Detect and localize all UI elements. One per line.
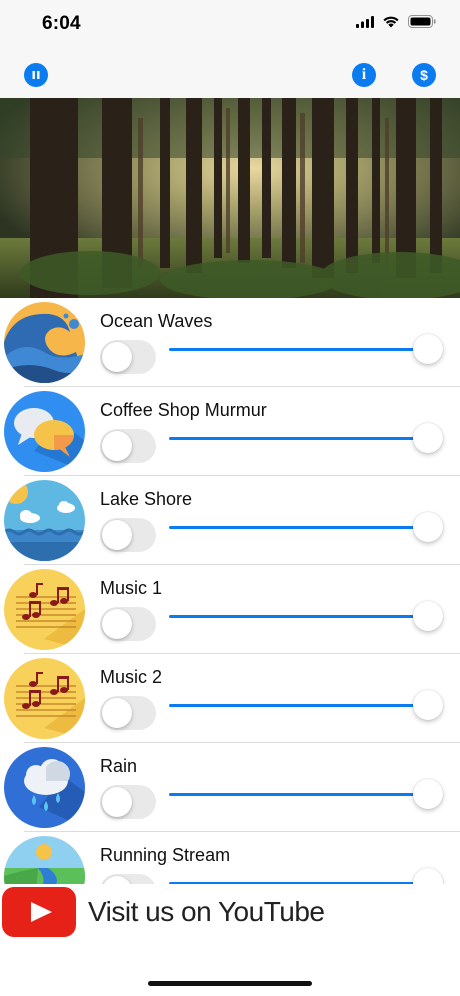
slider-thumb[interactable] bbox=[413, 690, 443, 720]
lake-shore-icon bbox=[4, 480, 85, 561]
sound-row-lake-shore: Lake Shore bbox=[0, 476, 460, 565]
sound-toggle[interactable] bbox=[100, 696, 156, 730]
toggle-knob bbox=[102, 520, 132, 550]
sound-name: Lake Shore bbox=[100, 489, 193, 509]
slider-track bbox=[169, 348, 430, 351]
volume-slider[interactable] bbox=[169, 779, 447, 809]
hero-forest-image bbox=[0, 98, 460, 298]
slider-thumb[interactable] bbox=[413, 512, 443, 542]
toggle-knob bbox=[102, 431, 132, 461]
wifi-icon bbox=[383, 16, 399, 28]
home-indicator bbox=[148, 981, 312, 986]
sound-row-running-stream: Running Stream bbox=[0, 832, 460, 884]
rain-cloud-icon bbox=[4, 747, 85, 828]
volume-slider[interactable] bbox=[169, 423, 447, 453]
volume-slider[interactable] bbox=[169, 868, 447, 884]
volume-slider[interactable] bbox=[169, 690, 447, 720]
slider-track bbox=[169, 704, 430, 707]
sound-row-ocean-waves: Ocean Waves bbox=[0, 298, 460, 387]
volume-slider[interactable] bbox=[169, 334, 447, 364]
slider-thumb[interactable] bbox=[413, 334, 443, 364]
sound-row-music-1: Music 1 bbox=[0, 565, 460, 654]
slider-thumb[interactable] bbox=[413, 423, 443, 453]
forest-sunlight-image bbox=[0, 98, 460, 298]
sound-toggle[interactable] bbox=[100, 429, 156, 463]
info-button[interactable]: i bbox=[352, 63, 376, 87]
ocean-waves-icon bbox=[4, 302, 85, 383]
info-icon: i bbox=[361, 66, 367, 83]
status-icons bbox=[356, 15, 436, 28]
volume-slider[interactable] bbox=[169, 512, 447, 542]
sound-name: Music 1 bbox=[100, 578, 163, 598]
sound-toggle[interactable] bbox=[100, 340, 156, 374]
youtube-banner[interactable]: Visit us on YouTube bbox=[0, 884, 460, 940]
nav-bar: i $ bbox=[0, 50, 460, 98]
cellular-signal-icon bbox=[356, 15, 374, 28]
toggle-knob bbox=[102, 698, 132, 728]
toggle-knob bbox=[102, 876, 132, 884]
chat-bubbles-icon bbox=[4, 391, 85, 472]
music-notes-icon bbox=[4, 658, 85, 739]
dollar-icon: $ bbox=[420, 67, 428, 83]
toggle-knob bbox=[102, 787, 132, 817]
slider-track bbox=[169, 793, 430, 796]
battery-icon bbox=[408, 15, 436, 28]
sound-list: Ocean Waves Coffee Shop Murmur Lake Shor… bbox=[0, 298, 460, 884]
running-stream-icon bbox=[4, 836, 85, 884]
toggle-knob bbox=[102, 342, 132, 372]
sound-row-rain: Rain bbox=[0, 743, 460, 832]
slider-track bbox=[169, 615, 430, 618]
sound-name: Running Stream bbox=[100, 845, 231, 865]
youtube-icon bbox=[2, 887, 76, 937]
purchase-button[interactable]: $ bbox=[412, 63, 436, 87]
music-notes-icon bbox=[4, 569, 85, 650]
pause-button[interactable] bbox=[24, 63, 48, 87]
slider-track bbox=[169, 437, 430, 440]
status-bar: 6:04 bbox=[0, 0, 460, 50]
sound-row-music-2: Music 2 bbox=[0, 654, 460, 743]
youtube-banner-text: Visit us on YouTube bbox=[88, 896, 325, 927]
sound-toggle[interactable] bbox=[100, 785, 156, 819]
status-time: 6:04 bbox=[42, 13, 81, 34]
sound-name: Ocean Waves bbox=[100, 311, 213, 331]
sound-name: Rain bbox=[100, 756, 138, 776]
slider-track bbox=[169, 526, 430, 529]
sound-toggle[interactable] bbox=[100, 518, 156, 552]
sound-toggle[interactable] bbox=[100, 874, 156, 884]
sound-toggle[interactable] bbox=[100, 607, 156, 641]
slider-thumb[interactable] bbox=[413, 779, 443, 809]
slider-thumb[interactable] bbox=[413, 601, 443, 631]
sound-row-coffee-shop-murmur: Coffee Shop Murmur bbox=[0, 387, 460, 476]
pause-icon bbox=[32, 71, 40, 79]
volume-slider[interactable] bbox=[169, 601, 447, 631]
sound-name: Coffee Shop Murmur bbox=[100, 400, 267, 420]
sound-name: Music 2 bbox=[100, 667, 163, 687]
slider-thumb[interactable] bbox=[413, 868, 443, 884]
toggle-knob bbox=[102, 609, 132, 639]
